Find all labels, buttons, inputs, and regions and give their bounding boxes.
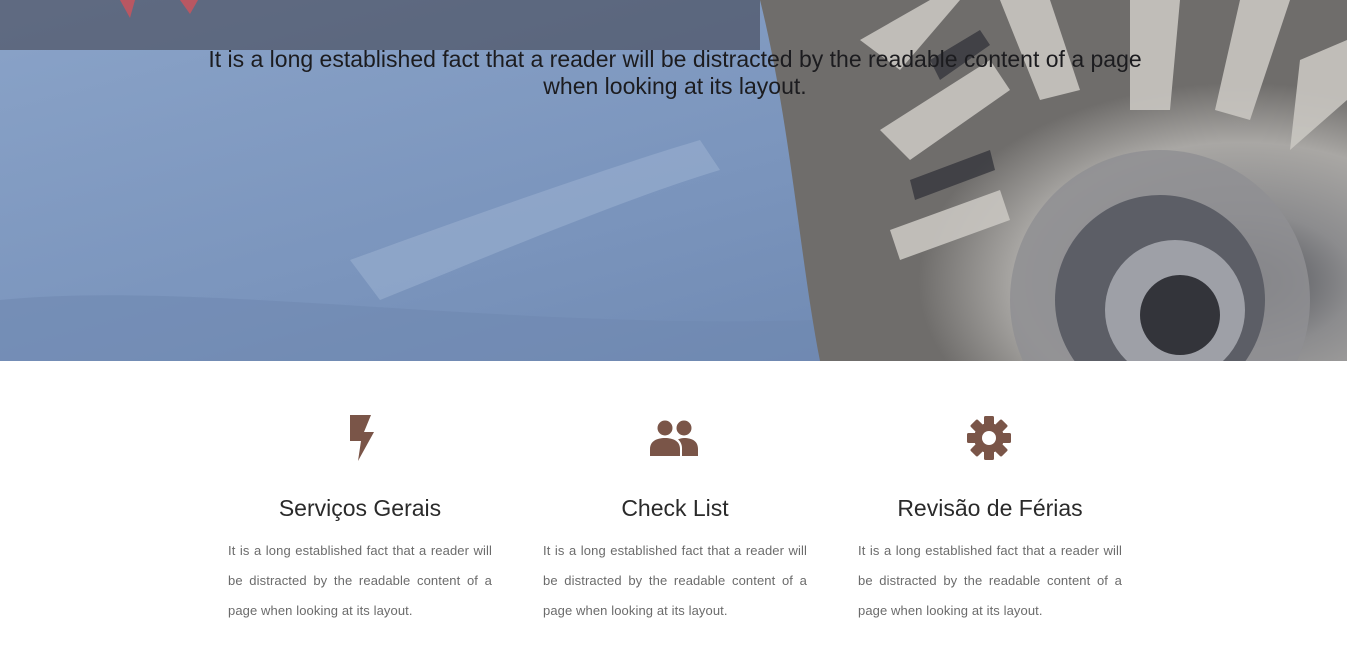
hero-banner: It is a long established fact that a rea… — [0, 0, 1347, 361]
feature-title: Check List — [621, 495, 729, 521]
lightning-bolt-icon — [335, 413, 385, 463]
features-section: Serviços Gerais It is a long established… — [0, 361, 1347, 653]
people-group-icon — [649, 413, 699, 463]
feature-title: Serviços Gerais — [278, 495, 442, 521]
gear-icon — [964, 413, 1014, 463]
feature-title: Revisão de Férias — [897, 495, 1083, 521]
feature-description: It is a long established fact that a rea… — [543, 543, 807, 618]
feature-description: It is a long established fact that a rea… — [858, 543, 1122, 618]
feature-description: It is a long established fact that a rea… — [228, 543, 492, 618]
hero-text: It is a long established fact that a rea… — [208, 46, 1142, 99]
